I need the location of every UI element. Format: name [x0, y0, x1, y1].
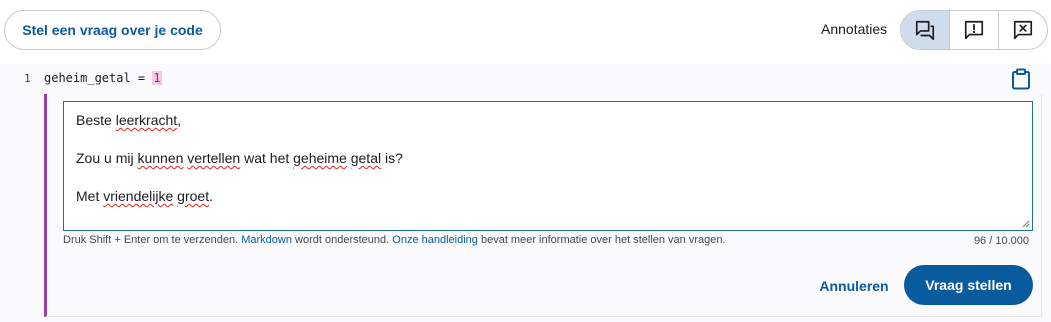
- spellcheck-word: vertellen: [187, 150, 241, 166]
- spellcheck-word: vriendelijke: [103, 188, 174, 204]
- clipboard-icon[interactable]: [1011, 68, 1031, 90]
- annotations-hidden-toggle[interactable]: [998, 11, 1047, 49]
- spellcheck-word: getal: [350, 150, 382, 166]
- code-operator: =: [130, 71, 153, 85]
- message-line: Beste leerkracht,: [76, 112, 182, 128]
- message-line: Zou u mij kunnen vertellen wat het gehei…: [76, 150, 403, 166]
- line-number: 1: [24, 72, 31, 85]
- markdown-link[interactable]: Markdown: [241, 234, 292, 246]
- code-identifier: geheim_getal: [44, 71, 131, 85]
- ask-question-button[interactable]: Stel een vraag over je code: [4, 10, 221, 50]
- annotations-all-toggle[interactable]: [901, 11, 949, 49]
- question-textarea[interactable]: Beste leerkracht, Zou u mij kunnen verte…: [63, 101, 1033, 231]
- annotations-important-toggle[interactable]: [949, 11, 998, 49]
- submit-question-button[interactable]: Vraag stellen: [904, 265, 1033, 305]
- code-number-literal: 1: [152, 71, 162, 85]
- annotations-toggle-group: [900, 10, 1048, 50]
- message-line: Met vriendelijke groet.: [76, 188, 213, 204]
- character-counter: 96 / 10.000: [973, 235, 1029, 247]
- cancel-button[interactable]: Annuleren: [817, 272, 891, 300]
- spellcheck-word: geheime: [293, 150, 347, 166]
- form-hint: Druk Shift + Enter om te verzenden. Mark…: [63, 234, 726, 246]
- comment-remove-icon: [1013, 20, 1033, 40]
- code-line: geheim_getal = 1: [44, 71, 162, 85]
- annotations-label: Annotaties: [821, 21, 888, 37]
- spellcheck-word: kunnen: [137, 150, 184, 166]
- comment-alert-icon: [964, 20, 984, 40]
- resize-handle-icon[interactable]: [1022, 220, 1030, 228]
- code-view: 1 geheim_getal = 1 Beste leerkracht, Zou…: [0, 64, 1051, 322]
- guide-link[interactable]: Onze handleiding: [392, 234, 478, 246]
- spellcheck-word: leerkracht: [115, 112, 178, 128]
- comments-icon: [915, 20, 935, 40]
- spellcheck-word: groet: [177, 188, 210, 204]
- question-thread: Beste leerkracht, Zou u mij kunnen verte…: [44, 94, 1042, 317]
